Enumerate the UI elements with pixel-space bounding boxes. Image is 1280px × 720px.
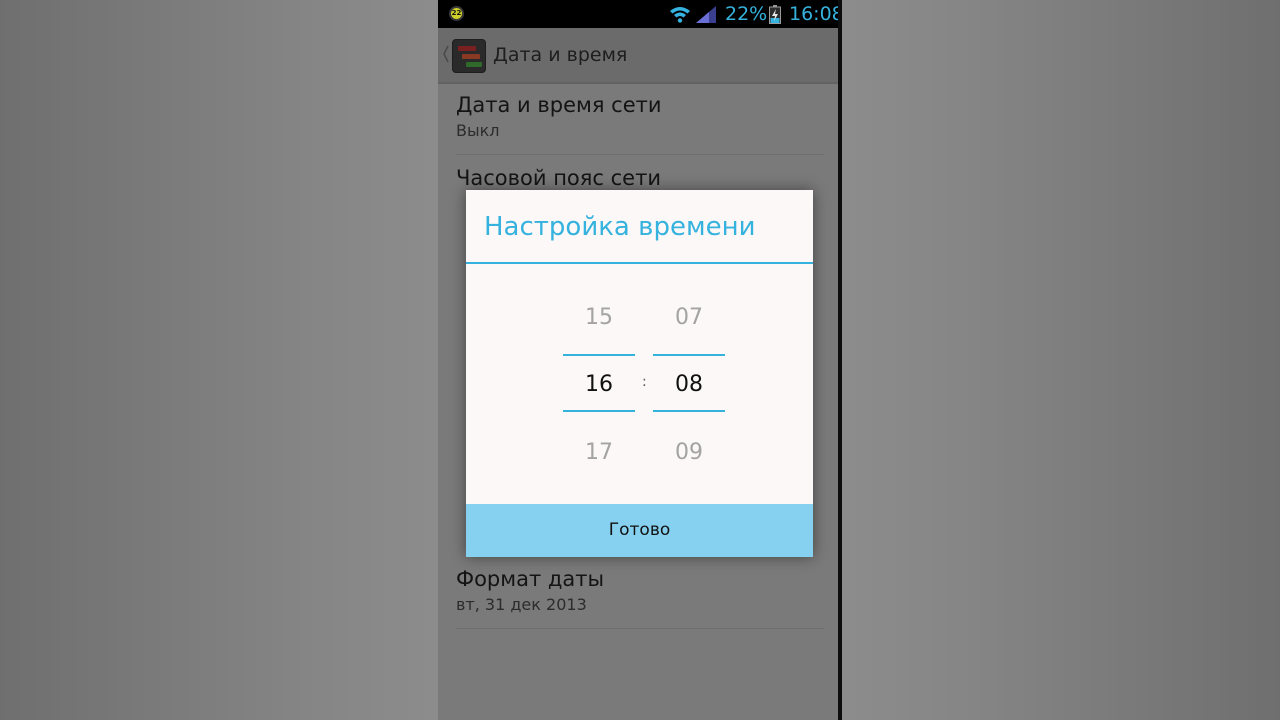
setting-network-timezone[interactable]: Часовой пояс сети — [456, 166, 828, 190]
action-bar: Дата и время — [438, 28, 838, 84]
notification-icon: 22 — [449, 6, 464, 21]
list-divider — [456, 628, 824, 629]
setting-summary: вт, 31 дек 2013 — [456, 595, 587, 614]
battery-percent: 22% — [725, 3, 768, 25]
hour-current[interactable]: 16 — [563, 372, 635, 398]
setting-network-datetime[interactable]: Дата и время сети Выкл — [456, 93, 828, 140]
wifi-icon — [670, 7, 690, 23]
minute-previous[interactable]: 07 — [653, 305, 725, 331]
screen-title: Дата и время — [493, 44, 628, 66]
minute-selection-line-bottom — [653, 410, 725, 412]
setting-summary: Выкл — [456, 121, 500, 140]
setting-title: Дата и время сети — [456, 93, 662, 117]
setting-title: Часовой пояс сети — [456, 166, 661, 190]
dialog-title: Настройка времени — [484, 212, 756, 242]
battery-icon — [769, 5, 781, 24]
status-clock: 16:08 — [789, 3, 838, 25]
setting-title: Формат даты — [456, 567, 605, 591]
minute-next[interactable]: 09 — [653, 440, 725, 466]
time-picker-dialog: Настройка времени 15 16 17 : 07 08 09 Го… — [466, 190, 813, 557]
list-divider — [456, 154, 824, 155]
back-chevron-icon[interactable] — [442, 45, 450, 63]
hour-next[interactable]: 17 — [563, 440, 635, 466]
hour-previous[interactable]: 15 — [563, 305, 635, 331]
setting-date-format[interactable]: Формат даты вт, 31 дек 2013 — [456, 567, 828, 614]
phone-edge — [838, 0, 842, 720]
hour-selection-line-bottom — [563, 410, 635, 412]
hour-selection-line-top — [563, 354, 635, 356]
time-separator: : — [642, 374, 647, 390]
minute-selection-line-top — [653, 354, 725, 356]
cell-signal-icon — [696, 6, 716, 23]
status-bar: 22 22% 16:08 — [438, 0, 838, 28]
done-button[interactable]: Готово — [466, 504, 813, 557]
minute-current[interactable]: 08 — [653, 372, 725, 398]
dialog-title-divider — [466, 262, 813, 264]
settings-app-icon[interactable] — [452, 39, 486, 73]
